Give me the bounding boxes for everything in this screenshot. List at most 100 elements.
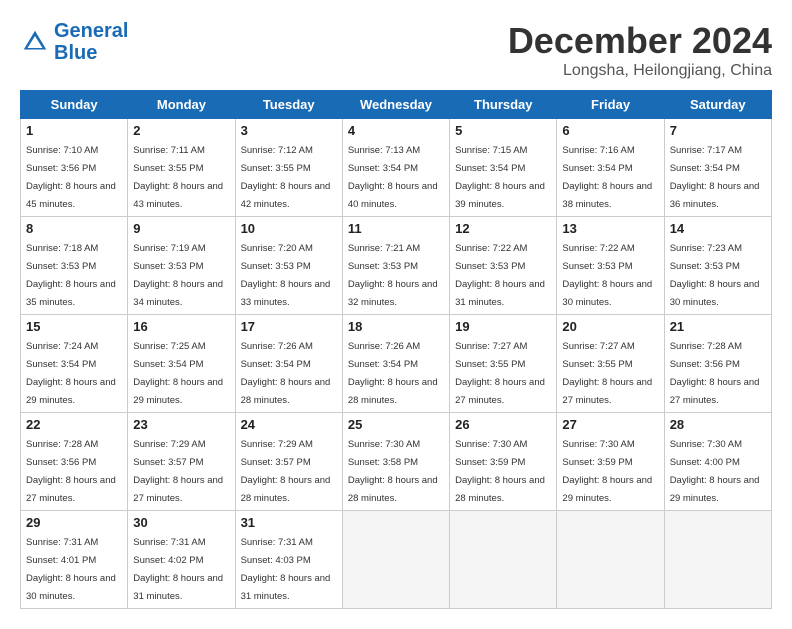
day-cell: 19 Sunrise: 7:27 AMSunset: 3:55 PMDaylig… [450,315,557,413]
day-cell: 23 Sunrise: 7:29 AMSunset: 3:57 PMDaylig… [128,413,235,511]
day-cell [450,511,557,609]
logo: General Blue [20,20,128,64]
day-cell: 26 Sunrise: 7:30 AMSunset: 3:59 PMDaylig… [450,413,557,511]
calendar-table: SundayMondayTuesdayWednesdayThursdayFrid… [20,90,772,609]
day-cell: 2 Sunrise: 7:11 AMSunset: 3:55 PMDayligh… [128,119,235,217]
header-tuesday: Tuesday [235,91,342,119]
day-number: 20 [562,319,658,334]
day-number: 1 [26,123,122,138]
day-cell: 27 Sunrise: 7:30 AMSunset: 3:59 PMDaylig… [557,413,664,511]
day-cell: 12 Sunrise: 7:22 AMSunset: 3:53 PMDaylig… [450,217,557,315]
day-cell: 10 Sunrise: 7:20 AMSunset: 3:53 PMDaylig… [235,217,342,315]
header-sunday: Sunday [21,91,128,119]
week-row-4: 22 Sunrise: 7:28 AMSunset: 3:56 PMDaylig… [21,413,772,511]
day-cell: 20 Sunrise: 7:27 AMSunset: 3:55 PMDaylig… [557,315,664,413]
day-number: 3 [241,123,337,138]
day-info: Sunrise: 7:21 AMSunset: 3:53 PMDaylight:… [348,243,438,308]
day-number: 21 [670,319,766,334]
day-cell: 30 Sunrise: 7:31 AMSunset: 4:02 PMDaylig… [128,511,235,609]
day-number: 23 [133,417,229,432]
day-number: 6 [562,123,658,138]
week-row-3: 15 Sunrise: 7:24 AMSunset: 3:54 PMDaylig… [21,315,772,413]
day-number: 14 [670,221,766,236]
page-header: General Blue December 2024 Longsha, Heil… [20,20,772,80]
day-info: Sunrise: 7:31 AMSunset: 4:01 PMDaylight:… [26,537,116,602]
day-info: Sunrise: 7:24 AMSunset: 3:54 PMDaylight:… [26,341,116,406]
day-info: Sunrise: 7:16 AMSunset: 3:54 PMDaylight:… [562,145,652,210]
header-thursday: Thursday [450,91,557,119]
day-cell: 6 Sunrise: 7:16 AMSunset: 3:54 PMDayligh… [557,119,664,217]
week-row-1: 1 Sunrise: 7:10 AMSunset: 3:56 PMDayligh… [21,119,772,217]
day-info: Sunrise: 7:19 AMSunset: 3:53 PMDaylight:… [133,243,223,308]
header-wednesday: Wednesday [342,91,449,119]
day-number: 27 [562,417,658,432]
day-cell: 14 Sunrise: 7:23 AMSunset: 3:53 PMDaylig… [664,217,771,315]
header-saturday: Saturday [664,91,771,119]
day-number: 11 [348,221,444,236]
day-info: Sunrise: 7:27 AMSunset: 3:55 PMDaylight:… [455,341,545,406]
day-info: Sunrise: 7:28 AMSunset: 3:56 PMDaylight:… [670,341,760,406]
day-cell: 4 Sunrise: 7:13 AMSunset: 3:54 PMDayligh… [342,119,449,217]
day-info: Sunrise: 7:10 AMSunset: 3:56 PMDaylight:… [26,145,116,210]
day-info: Sunrise: 7:29 AMSunset: 3:57 PMDaylight:… [133,439,223,504]
day-number: 29 [26,515,122,530]
month-title: December 2024 [508,20,772,62]
day-number: 15 [26,319,122,334]
day-info: Sunrise: 7:30 AMSunset: 4:00 PMDaylight:… [670,439,760,504]
day-info: Sunrise: 7:25 AMSunset: 3:54 PMDaylight:… [133,341,223,406]
day-cell: 5 Sunrise: 7:15 AMSunset: 3:54 PMDayligh… [450,119,557,217]
day-cell: 8 Sunrise: 7:18 AMSunset: 3:53 PMDayligh… [21,217,128,315]
day-cell: 7 Sunrise: 7:17 AMSunset: 3:54 PMDayligh… [664,119,771,217]
logo-text: General Blue [54,20,128,64]
day-cell: 25 Sunrise: 7:30 AMSunset: 3:58 PMDaylig… [342,413,449,511]
day-info: Sunrise: 7:30 AMSunset: 3:59 PMDaylight:… [562,439,652,504]
day-info: Sunrise: 7:13 AMSunset: 3:54 PMDaylight:… [348,145,438,210]
day-cell: 9 Sunrise: 7:19 AMSunset: 3:53 PMDayligh… [128,217,235,315]
day-number: 17 [241,319,337,334]
day-cell: 29 Sunrise: 7:31 AMSunset: 4:01 PMDaylig… [21,511,128,609]
day-info: Sunrise: 7:30 AMSunset: 3:58 PMDaylight:… [348,439,438,504]
day-cell: 22 Sunrise: 7:28 AMSunset: 3:56 PMDaylig… [21,413,128,511]
header-monday: Monday [128,91,235,119]
day-cell [342,511,449,609]
day-info: Sunrise: 7:29 AMSunset: 3:57 PMDaylight:… [241,439,331,504]
day-info: Sunrise: 7:22 AMSunset: 3:53 PMDaylight:… [562,243,652,308]
day-cell: 1 Sunrise: 7:10 AMSunset: 3:56 PMDayligh… [21,119,128,217]
day-info: Sunrise: 7:30 AMSunset: 3:59 PMDaylight:… [455,439,545,504]
day-info: Sunrise: 7:23 AMSunset: 3:53 PMDaylight:… [670,243,760,308]
day-cell: 24 Sunrise: 7:29 AMSunset: 3:57 PMDaylig… [235,413,342,511]
week-row-2: 8 Sunrise: 7:18 AMSunset: 3:53 PMDayligh… [21,217,772,315]
day-cell: 28 Sunrise: 7:30 AMSunset: 4:00 PMDaylig… [664,413,771,511]
day-number: 4 [348,123,444,138]
day-cell [557,511,664,609]
day-number: 18 [348,319,444,334]
day-info: Sunrise: 7:28 AMSunset: 3:56 PMDaylight:… [26,439,116,504]
day-number: 22 [26,417,122,432]
day-number: 30 [133,515,229,530]
day-info: Sunrise: 7:15 AMSunset: 3:54 PMDaylight:… [455,145,545,210]
logo-icon [20,27,50,57]
day-info: Sunrise: 7:20 AMSunset: 3:53 PMDaylight:… [241,243,331,308]
day-number: 16 [133,319,229,334]
day-cell [664,511,771,609]
day-cell: 13 Sunrise: 7:22 AMSunset: 3:53 PMDaylig… [557,217,664,315]
day-info: Sunrise: 7:31 AMSunset: 4:02 PMDaylight:… [133,537,223,602]
day-number: 9 [133,221,229,236]
day-info: Sunrise: 7:27 AMSunset: 3:55 PMDaylight:… [562,341,652,406]
location-title: Longsha, Heilongjiang, China [508,62,772,80]
day-info: Sunrise: 7:22 AMSunset: 3:53 PMDaylight:… [455,243,545,308]
day-number: 10 [241,221,337,236]
day-number: 7 [670,123,766,138]
day-info: Sunrise: 7:26 AMSunset: 3:54 PMDaylight:… [348,341,438,406]
day-cell: 16 Sunrise: 7:25 AMSunset: 3:54 PMDaylig… [128,315,235,413]
day-info: Sunrise: 7:12 AMSunset: 3:55 PMDaylight:… [241,145,331,210]
title-block: December 2024 Longsha, Heilongjiang, Chi… [508,20,772,80]
day-number: 13 [562,221,658,236]
day-number: 8 [26,221,122,236]
day-number: 26 [455,417,551,432]
week-row-5: 29 Sunrise: 7:31 AMSunset: 4:01 PMDaylig… [21,511,772,609]
day-number: 2 [133,123,229,138]
day-cell: 15 Sunrise: 7:24 AMSunset: 3:54 PMDaylig… [21,315,128,413]
header-friday: Friday [557,91,664,119]
day-info: Sunrise: 7:11 AMSunset: 3:55 PMDaylight:… [133,145,223,210]
